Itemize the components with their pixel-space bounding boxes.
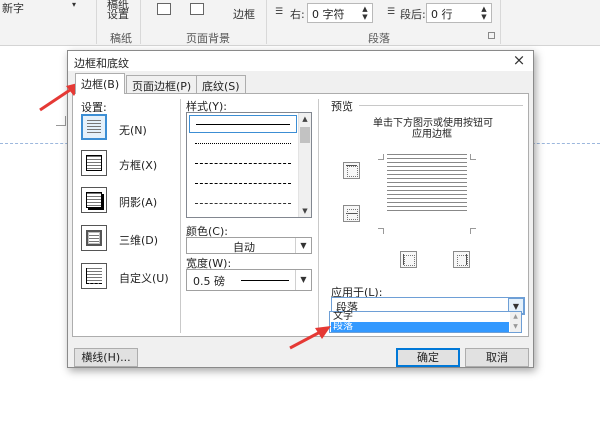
- right-border-button[interactable]: [453, 251, 470, 268]
- left-border-button[interactable]: [400, 251, 417, 268]
- setting-shadow-icon[interactable]: [81, 187, 107, 213]
- dialog-title: 边框和底纹: [74, 57, 129, 70]
- dialog-titlebar[interactable]: 边框和底纹 ×: [68, 51, 533, 71]
- preview-hint-2: 应用边框: [412, 129, 452, 140]
- indent-right-label: 右:: [290, 8, 305, 21]
- top-border-button[interactable]: [343, 162, 360, 179]
- ribbon-draft-setting-button[interactable]: 设置: [107, 6, 129, 22]
- ribbon-group-draft: 稿纸: [110, 32, 132, 45]
- spacing-after-input[interactable]: 0 行 ▲ ▼: [426, 3, 492, 23]
- ribbon-separator: [266, 0, 267, 44]
- indent-right-value: 0 字符: [312, 8, 345, 21]
- color-value: 自动: [233, 241, 255, 254]
- scroll-down-icon[interactable]: ▼: [299, 205, 311, 217]
- setting-3d-label[interactable]: 三维(D): [119, 232, 158, 248]
- column-divider: [318, 99, 319, 333]
- preview-corner-mark: [470, 228, 476, 234]
- chevron-down-icon[interactable]: ▾: [72, 0, 76, 9]
- ribbon: 新字 ▾ 稿纸 设置 稿纸 页面背景 边框 ☰ 右: 0 字符 ▲ ▼ ☰ 段后:…: [0, 0, 600, 46]
- ribbon-separator: [96, 0, 97, 44]
- apply-option-paragraph[interactable]: 段落: [331, 322, 509, 332]
- indent-right-icon: ☰: [275, 7, 284, 17]
- tab-page-border[interactable]: 页面边框(P): [126, 75, 198, 93]
- chevron-down-icon[interactable]: ▼: [295, 270, 311, 290]
- scroll-up-icon[interactable]: ▲: [299, 113, 311, 125]
- tab-shading[interactable]: 底纹(S): [196, 75, 246, 93]
- setting-none-icon[interactable]: [81, 114, 107, 140]
- scroll-thumb[interactable]: [300, 127, 310, 143]
- preview-corner-mark: [470, 154, 476, 160]
- preview-document-lines: [387, 154, 467, 214]
- ribbon-page-border-button[interactable]: 边框: [233, 6, 255, 22]
- margin-corner-mark: [56, 116, 66, 126]
- setting-custom-label[interactable]: 自定义(U): [119, 270, 169, 286]
- line-style-dash-small[interactable]: [189, 155, 297, 173]
- spacing-after-value: 0 行: [431, 8, 453, 21]
- line-style-solid[interactable]: [189, 115, 297, 133]
- cancel-button[interactable]: 取消: [465, 348, 529, 367]
- horizontal-line-button[interactable]: 横线(H)...: [74, 348, 138, 367]
- tab-panel-borders: 设置: 无(N) 方框(X) 阴影(A) 三维(D) 自定义(U) 样式(Y):…: [72, 93, 529, 337]
- preview-groupline: [359, 105, 523, 106]
- page-color-icon[interactable]: [157, 3, 171, 15]
- line-style-list[interactable]: ▲ ▼: [186, 112, 312, 218]
- line-style-dash-dot[interactable]: [189, 195, 297, 213]
- dialog-launcher-icon[interactable]: [488, 32, 495, 39]
- line-style-dotted[interactable]: [189, 135, 297, 153]
- watermark-icon[interactable]: [190, 3, 204, 15]
- color-select[interactable]: 自动 ▼: [186, 237, 312, 254]
- ribbon-group-paragraph: 段落: [368, 32, 390, 45]
- apply-to-dropdown-list[interactable]: 文字 段落 ▲ ▼: [329, 311, 522, 333]
- column-divider: [180, 99, 181, 333]
- style-list-scrollbar[interactable]: ▲ ▼: [298, 113, 311, 217]
- spin-arrows-icon[interactable]: ▲ ▼: [479, 5, 489, 21]
- setting-3d-icon[interactable]: [81, 225, 107, 251]
- preview-label: 预览: [331, 100, 353, 113]
- setting-shadow-label[interactable]: 阴影(A): [119, 194, 157, 210]
- ribbon-group-page-background: 页面背景: [186, 32, 230, 45]
- chevron-down-icon[interactable]: ▼: [295, 238, 311, 253]
- setting-none-label[interactable]: 无(N): [119, 122, 147, 138]
- setting-box-icon[interactable]: [81, 150, 107, 176]
- ok-button[interactable]: 确定: [396, 348, 460, 367]
- spin-arrows-icon[interactable]: ▲ ▼: [360, 5, 370, 21]
- middle-border-button[interactable]: [343, 205, 360, 222]
- width-select[interactable]: 0.5 磅 ▼: [186, 269, 312, 291]
- ribbon-separator: [140, 0, 141, 44]
- width-value: 0.5 磅: [193, 275, 225, 288]
- indent-right-input[interactable]: 0 字符 ▲ ▼: [307, 3, 373, 23]
- spacing-after-label: 段后:: [400, 8, 426, 21]
- line-style-dash[interactable]: [189, 175, 297, 193]
- apply-option-text[interactable]: 文字: [331, 312, 509, 322]
- preview-corner-mark: [378, 228, 384, 234]
- preview-corner-mark: [378, 154, 384, 160]
- setting-custom-icon[interactable]: [81, 263, 107, 289]
- width-line-sample: [241, 280, 289, 281]
- setting-box-label[interactable]: 方框(X): [119, 157, 157, 173]
- close-icon[interactable]: ×: [511, 52, 527, 68]
- tab-borders[interactable]: 边框(B): [75, 73, 126, 94]
- red-arrow-icon: [289, 326, 331, 350]
- dropdown-scrollbar[interactable]: ▲ ▼: [510, 312, 521, 332]
- spacing-after-icon: ☰: [387, 7, 396, 17]
- ribbon-separator: [500, 0, 501, 44]
- ribbon-font-fragment[interactable]: 新字: [2, 0, 24, 16]
